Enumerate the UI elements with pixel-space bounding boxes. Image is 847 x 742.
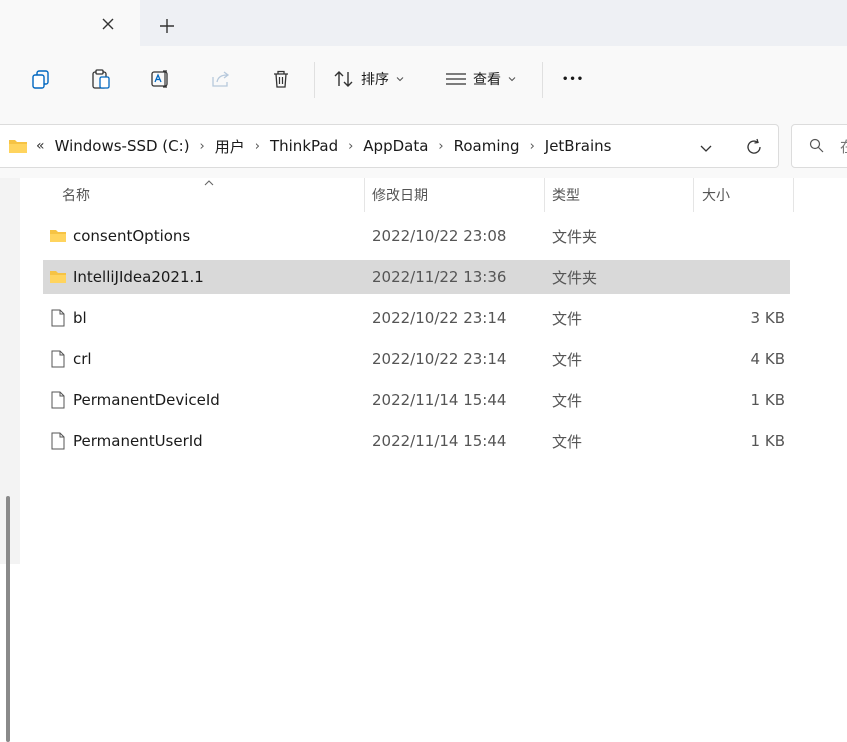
breadcrumb-separator[interactable]: › <box>200 139 205 154</box>
column-divider[interactable] <box>693 178 694 212</box>
navigation-pane <box>0 178 20 742</box>
toolbar-divider <box>314 62 315 98</box>
file-modified-date: 2022/11/22 13:36 <box>372 268 507 286</box>
file-row[interactable]: crl 2022/10/22 23:14 文件 4 KB <box>43 342 790 376</box>
file-type: 文件 <box>552 309 583 328</box>
file-row[interactable]: PermanentDeviceId 2022/11/14 15:44 文件 1 KB <box>43 383 790 417</box>
column-divider[interactable] <box>793 178 794 212</box>
command-bar: 排序 查看 ••• <box>0 46 847 115</box>
file-row[interactable]: IntelliJIdea2021.1 2022/11/22 13:36 文件夹 <box>43 260 790 294</box>
breadcrumb-jetbrains[interactable]: JetBrains <box>545 137 612 155</box>
share-icon[interactable] <box>210 68 232 90</box>
tab-bar <box>0 0 847 46</box>
breadcrumb-separator[interactable]: › <box>348 139 353 154</box>
chevron-down-icon <box>396 77 404 82</box>
breadcrumb-separator[interactable]: › <box>530 139 535 154</box>
file-row[interactable]: consentOptions 2022/10/22 23:08 文件夹 <box>43 219 790 253</box>
close-tab-icon[interactable] <box>100 16 116 32</box>
view-label: 查看 <box>473 72 501 88</box>
file-name: consentOptions <box>73 227 191 245</box>
sort-button[interactable]: 排序 <box>333 68 405 90</box>
rename-icon[interactable] <box>150 68 172 90</box>
file-size <box>693 219 785 253</box>
chevron-down-icon <box>508 77 516 82</box>
hidden-path-chevron[interactable]: « <box>36 138 45 154</box>
explorer-tab[interactable] <box>0 0 140 46</box>
column-header-date[interactable]: 修改日期 <box>372 178 428 212</box>
file-type: 文件 <box>552 350 583 369</box>
breadcrumb-thinkpad[interactable]: ThinkPad <box>270 137 338 155</box>
navigation-scrollbar[interactable] <box>6 496 10 742</box>
folder-icon <box>9 140 27 153</box>
file-icon <box>51 391 65 409</box>
file-name: IntelliJIdea2021.1 <box>73 268 204 286</box>
file-name: bl <box>73 309 87 327</box>
column-divider[interactable] <box>364 178 365 212</box>
file-size: 3 KB <box>750 309 785 327</box>
file-size: 4 KB <box>750 350 785 368</box>
file-type: 文件 <box>552 432 583 451</box>
breadcrumb-roaming[interactable]: Roaming <box>454 137 520 155</box>
file-icon <box>51 309 65 327</box>
folder-icon <box>50 271 66 283</box>
breadcrumb-appdata[interactable]: AppData <box>363 137 428 155</box>
file-modified-date: 2022/11/14 15:44 <box>372 432 507 450</box>
search-box[interactable]: 在 <box>791 124 847 168</box>
file-name: PermanentUserId <box>73 432 203 450</box>
new-tab-icon[interactable] <box>158 17 176 35</box>
file-row[interactable]: bl 2022/10/22 23:14 文件 3 KB <box>43 301 790 335</box>
delete-icon[interactable] <box>270 68 292 90</box>
file-size: 1 KB <box>750 432 785 450</box>
file-type: 文件夹 <box>552 268 598 287</box>
more-icon: ••• <box>562 73 585 85</box>
search-placeholder: 在 <box>840 136 847 157</box>
breadcrumb-separator[interactable]: › <box>438 139 443 154</box>
paste-icon[interactable] <box>90 68 112 90</box>
breadcrumb-drive[interactable]: Windows-SSD (C:) <box>55 137 190 155</box>
column-header-type[interactable]: 类型 <box>552 178 580 212</box>
sort-icon <box>334 71 353 87</box>
search-icon <box>809 138 824 153</box>
toolbar-divider <box>542 62 543 98</box>
file-icon <box>51 350 65 368</box>
file-size: 1 KB <box>750 391 785 409</box>
view-button[interactable]: 查看 <box>445 68 517 90</box>
address-bar[interactable]: « Windows-SSD (C:) › 用户 › ThinkPad › App… <box>0 124 779 168</box>
sort-label: 排序 <box>361 72 389 88</box>
view-icon <box>446 73 466 85</box>
file-row[interactable]: PermanentUserId 2022/11/14 15:44 文件 1 KB <box>43 424 790 458</box>
breadcrumb-users[interactable]: 用户 <box>215 136 245 157</box>
file-modified-date: 2022/10/22 23:08 <box>372 227 507 245</box>
column-divider[interactable] <box>544 178 545 212</box>
file-modified-date: 2022/10/22 23:14 <box>372 350 507 368</box>
copy-icon[interactable] <box>30 68 52 90</box>
file-size <box>693 260 785 294</box>
file-name: crl <box>73 350 92 368</box>
sort-ascending-icon <box>204 180 214 186</box>
more-options-button[interactable]: ••• <box>562 68 584 90</box>
file-type: 文件夹 <box>552 227 598 246</box>
file-modified-date: 2022/11/14 15:44 <box>372 391 507 409</box>
column-header-name[interactable]: 名称 <box>62 178 90 212</box>
refresh-icon[interactable] <box>744 137 764 157</box>
address-row: « Windows-SSD (C:) › 用户 › ThinkPad › App… <box>0 114 847 178</box>
file-list: 名称 修改日期 类型 大小 consentOptions 2022/10/22 2… <box>20 178 847 564</box>
folder-icon <box>50 230 66 242</box>
chevron-down-icon[interactable] <box>698 140 714 156</box>
column-header-size[interactable]: 大小 <box>702 178 730 212</box>
file-type: 文件 <box>552 391 583 410</box>
file-modified-date: 2022/10/22 23:14 <box>372 309 507 327</box>
breadcrumb-separator[interactable]: › <box>255 139 260 154</box>
file-icon <box>51 432 65 450</box>
file-name: PermanentDeviceId <box>73 391 220 409</box>
